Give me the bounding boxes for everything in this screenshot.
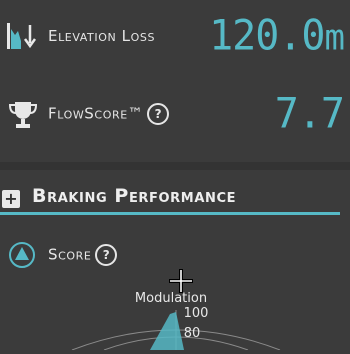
score-label-text: Score bbox=[48, 245, 92, 264]
section-underline bbox=[0, 212, 340, 215]
elevation-loss-number: 120.0 bbox=[209, 11, 325, 61]
flowscore-row: FlowScore™? 7.7 bbox=[0, 88, 350, 140]
score-label: Score? bbox=[48, 244, 118, 266]
flowscore-value: 7.7 bbox=[274, 89, 345, 139]
section-divider bbox=[0, 162, 350, 170]
help-icon[interactable]: ? bbox=[147, 103, 170, 125]
descent-chart-icon bbox=[7, 23, 37, 49]
radar-tick-label: 80 bbox=[184, 326, 201, 341]
radar-tick-label: 100 bbox=[184, 306, 209, 321]
elevation-loss-unit: m bbox=[324, 17, 346, 60]
elevation-loss-value: 120.0m bbox=[209, 11, 346, 61]
expand-icon[interactable]: + bbox=[2, 190, 20, 208]
crosshair-cursor-icon bbox=[169, 269, 193, 293]
section-title: Braking Performance bbox=[32, 185, 237, 207]
triangle-circle-icon bbox=[9, 242, 35, 268]
flowscore-label-text: FlowScore™ bbox=[48, 104, 144, 123]
elevation-loss-label: Elevation Loss bbox=[48, 27, 156, 45]
flowscore-label: FlowScore™? bbox=[48, 103, 170, 125]
trophy-icon bbox=[8, 102, 38, 128]
elevation-loss-row: Elevation Loss 120.0m bbox=[0, 10, 350, 62]
help-icon[interactable]: ? bbox=[95, 244, 118, 266]
